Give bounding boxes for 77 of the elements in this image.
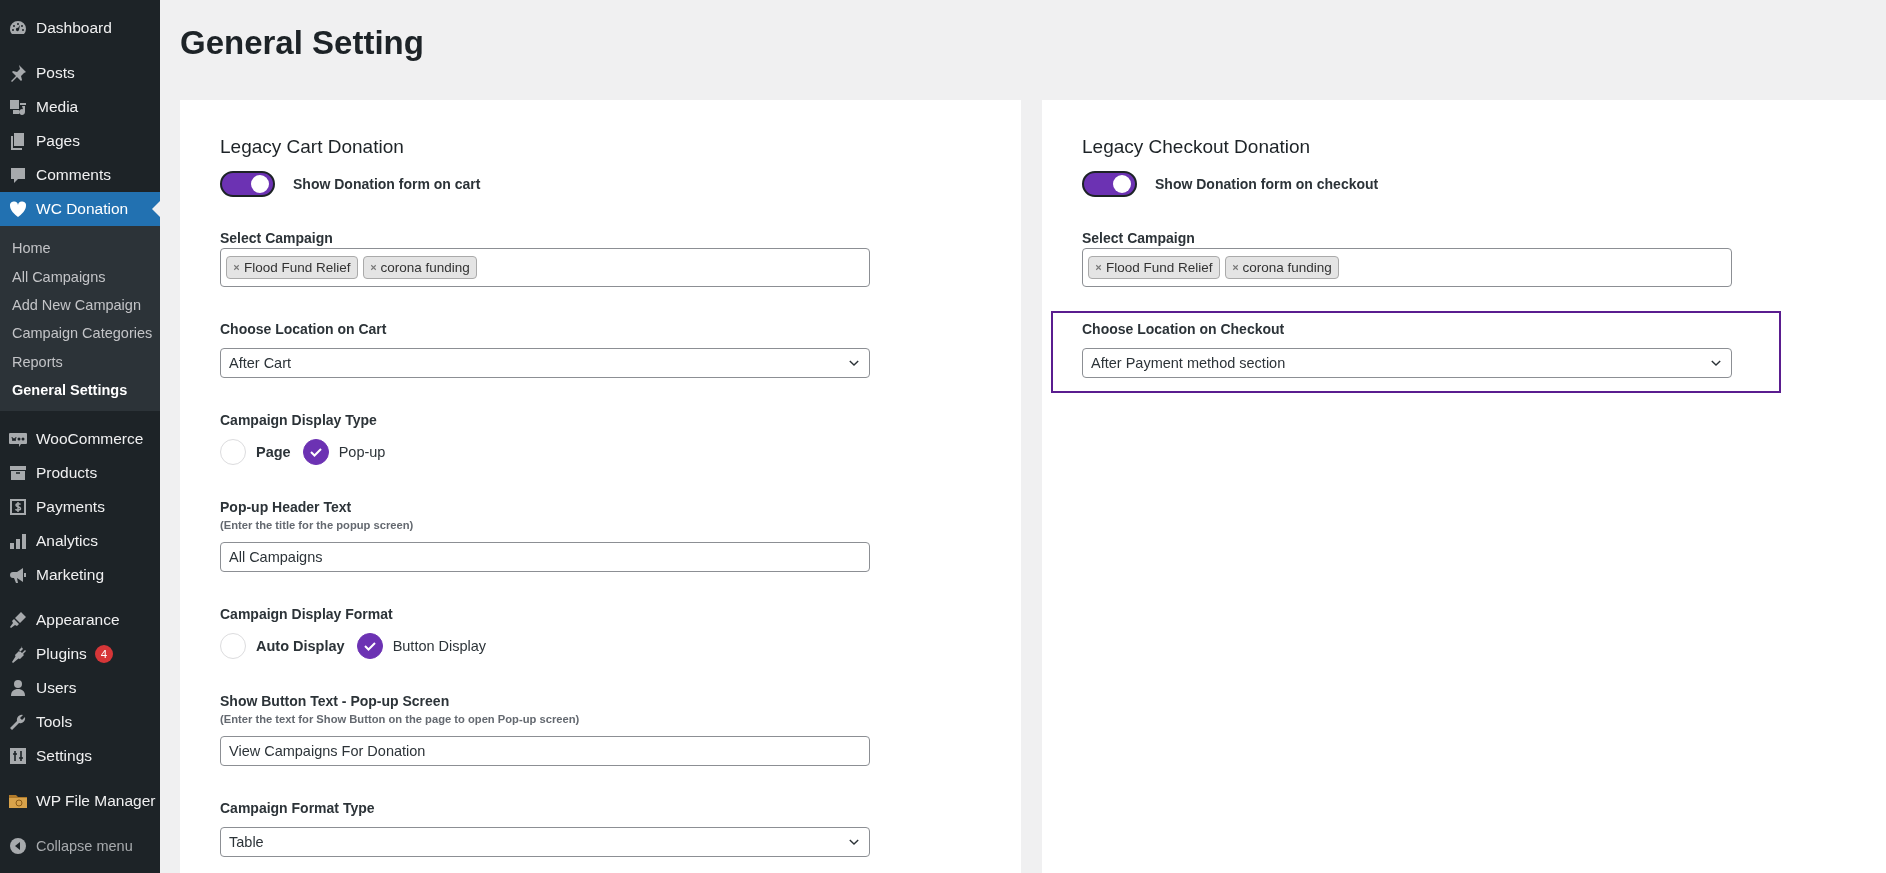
field-hint: (Enter the title for the popup screen) xyxy=(220,518,414,532)
radio-label[interactable]: Page xyxy=(256,444,291,460)
dropdown-select[interactable]: After Cart xyxy=(220,348,870,378)
field-label: Campaign Display Type xyxy=(220,411,377,429)
field-label: Choose Location on Checkout xyxy=(1082,320,1285,338)
dropdown-select[interactable]: After Payment method section xyxy=(1082,348,1732,378)
menu-item[interactable]: Marketing xyxy=(0,558,160,593)
field-label: Pop-up Header Text xyxy=(220,498,352,516)
page-title: General Setting xyxy=(180,23,424,63)
bar-chart-icon xyxy=(8,531,28,552)
update-count-badge: 4 xyxy=(94,645,113,664)
menu-item[interactable]: Appearance xyxy=(0,603,160,638)
field-label: Select Campaign xyxy=(220,229,333,247)
menu-item[interactable]: Settings xyxy=(0,739,160,774)
radio-label[interactable]: Pop-up xyxy=(338,444,386,460)
submenu-item[interactable]: General Settings xyxy=(0,375,160,405)
campaign-multiselect[interactable]: Flood Fund Relief corona funding xyxy=(220,248,870,287)
remove-icon xyxy=(1094,263,1103,272)
menu-item[interactable]: Products xyxy=(0,456,160,491)
checkmark-icon xyxy=(362,639,377,653)
toggle-switch[interactable] xyxy=(220,171,275,197)
selected-tag[interactable]: Flood Fund Relief xyxy=(1088,256,1220,279)
campaign-multiselect[interactable]: Flood Fund Relief corona funding xyxy=(1082,248,1732,287)
menu-item[interactable]: Comments xyxy=(0,158,160,192)
toggle-label: Show Donation form on checkout xyxy=(1155,176,1379,192)
radio-button[interactable] xyxy=(356,633,383,659)
field-label: Campaign Display Format xyxy=(220,605,393,623)
radio-label[interactable]: Button Display xyxy=(392,638,487,654)
submenu-item[interactable]: All Campaigns xyxy=(0,262,160,291)
menu-item[interactable]: WooCommerce xyxy=(0,422,160,457)
speech-bubble-icon xyxy=(8,165,28,185)
field-label: Show Button Text - Pop-up Screen xyxy=(220,692,450,710)
field-label: Select Campaign xyxy=(1082,229,1195,247)
remove-icon xyxy=(232,263,241,272)
field-hint: (Enter the text for Show Button on the page to open Pop-up screen) xyxy=(220,712,580,726)
text-field[interactable]: View Campaigns For Donation xyxy=(220,736,870,766)
paintbrush-icon xyxy=(8,610,28,631)
selected-tag[interactable]: corona funding xyxy=(1224,256,1339,279)
card-title: Legacy Checkout Donation xyxy=(1082,135,1311,159)
selected-tag[interactable]: Flood Fund Relief xyxy=(226,256,358,279)
megaphone-icon xyxy=(8,565,28,586)
menu-item[interactable]: WP File Manager xyxy=(0,784,160,819)
toggle-switch[interactable] xyxy=(1082,171,1137,197)
wrench-icon xyxy=(8,712,28,733)
menu-item[interactable]: Payments xyxy=(0,490,160,525)
sliders-icon xyxy=(8,746,28,767)
menu-item[interactable]: Media xyxy=(0,90,160,124)
menu-item[interactable]: Tools xyxy=(0,705,160,740)
dollar-square-icon xyxy=(8,497,28,518)
menu-item[interactable]: WC Donation xyxy=(0,192,160,226)
radio-label[interactable]: Auto Display xyxy=(256,638,345,654)
field-label: Choose Location on Cart xyxy=(220,320,387,338)
dropdown-select[interactable]: Table xyxy=(220,827,870,857)
menu-item[interactable]: Analytics xyxy=(0,524,160,559)
submenu-item[interactable]: Reports xyxy=(0,347,160,376)
remove-icon xyxy=(368,263,378,272)
submenu-item[interactable]: Home xyxy=(0,234,160,263)
remove-icon xyxy=(1230,263,1240,272)
submenu-item[interactable]: Add New Campaign xyxy=(0,290,160,320)
text-field[interactable]: All Campaigns xyxy=(220,542,870,572)
field-label: Campaign Format Type xyxy=(220,799,375,817)
collapse-icon xyxy=(8,836,28,857)
menu-item[interactable]: Posts xyxy=(0,56,160,90)
person-icon xyxy=(8,678,28,699)
selected-tag[interactable]: corona funding xyxy=(362,256,477,279)
menu-item[interactable]: Pages xyxy=(0,124,160,158)
collapse-menu-button[interactable]: Collapse menu xyxy=(0,829,160,864)
heart-icon xyxy=(8,199,28,219)
media-icon xyxy=(8,97,28,117)
checkmark-icon xyxy=(308,445,323,459)
toggle-label: Show Donation form on cart xyxy=(293,176,481,192)
menu-item[interactable]: Dashboard xyxy=(0,11,160,45)
submenu-item[interactable]: Campaign Categories xyxy=(0,319,160,348)
menu-item[interactable]: Users xyxy=(0,671,160,706)
menu-item[interactable]: Plugins 4 xyxy=(0,637,160,672)
card-title: Legacy Cart Donation xyxy=(220,135,404,159)
radio-button[interactable] xyxy=(302,439,329,465)
